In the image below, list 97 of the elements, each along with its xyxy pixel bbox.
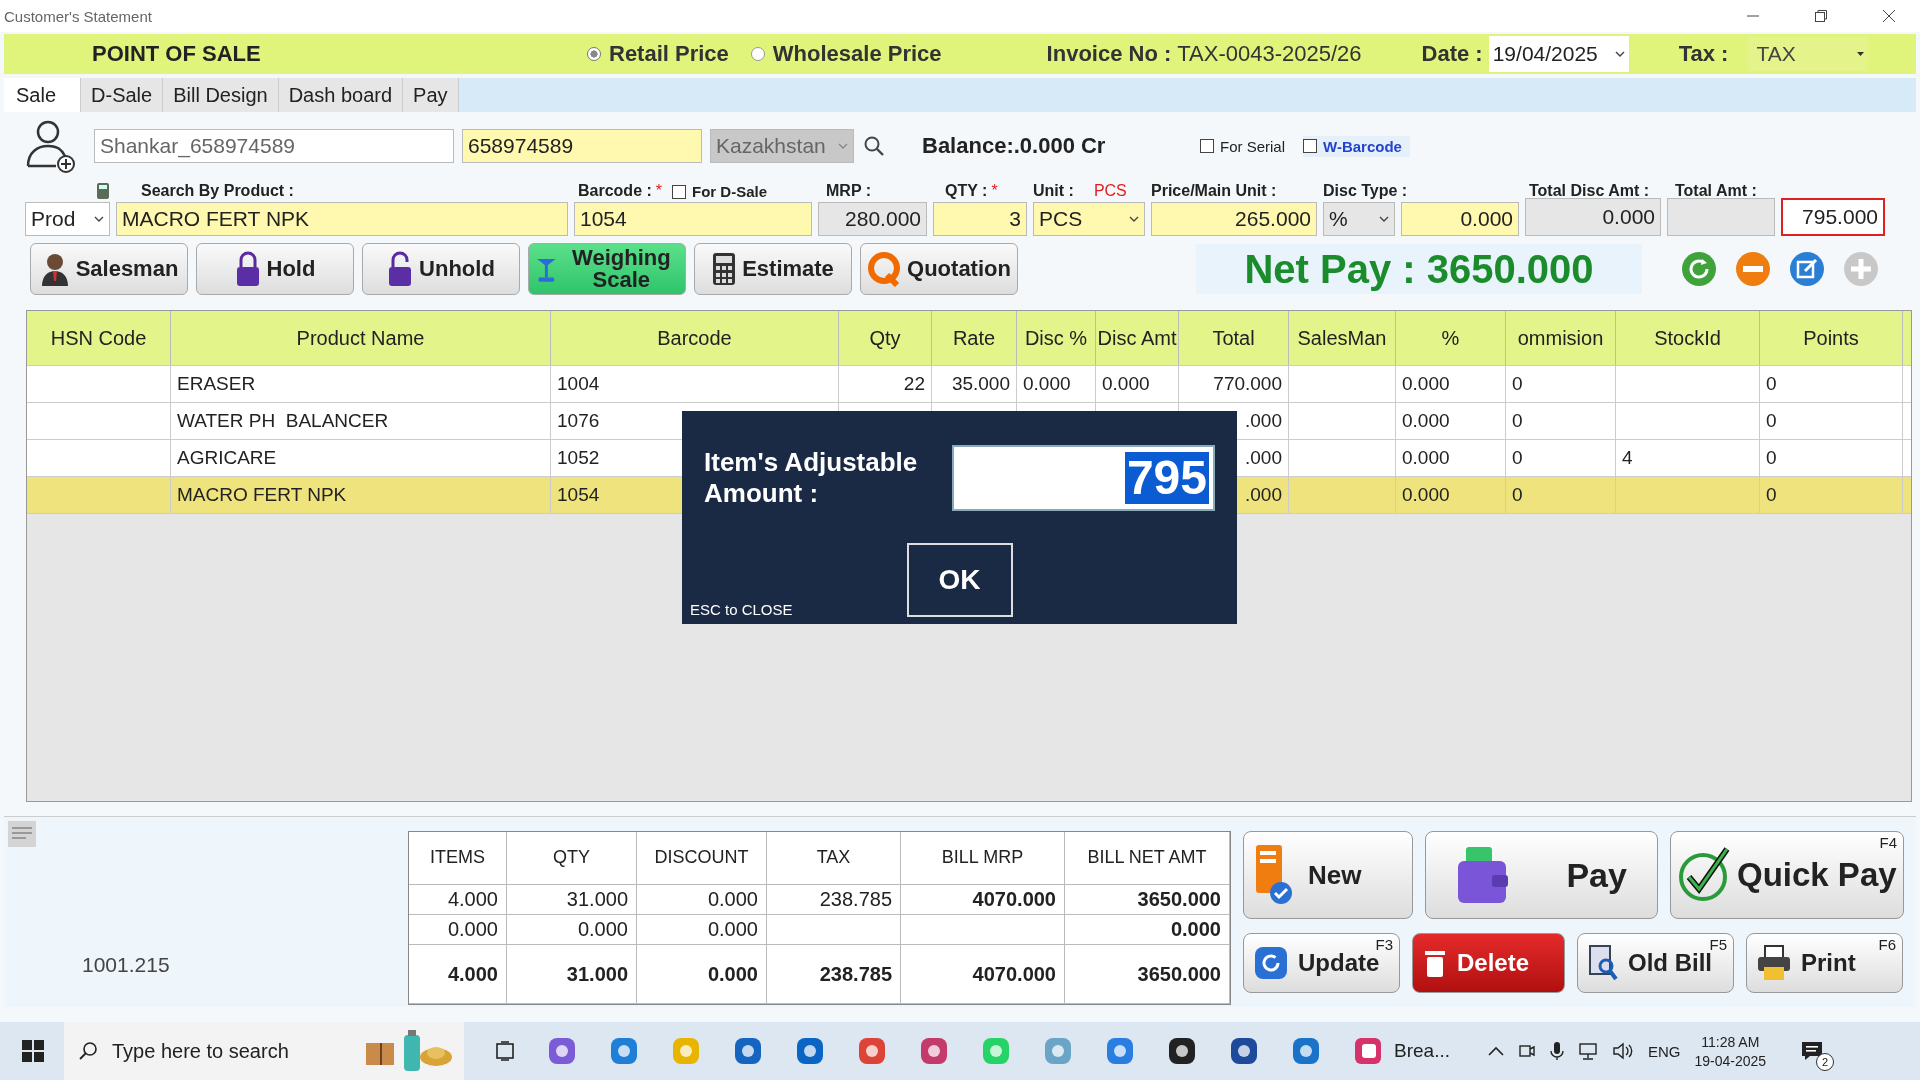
table-cell: 0 (1766, 373, 1777, 395)
column-header: QTY (553, 847, 590, 869)
summary-cell: 0.000 (637, 915, 767, 946)
table-cell: 35.000 (951, 373, 1010, 395)
invoice-label: Invoice No : (1046, 41, 1172, 67)
column-header: Qty (839, 311, 932, 365)
required-mark: * (655, 182, 663, 200)
shortcut-key: F3 (1375, 936, 1393, 953)
table-cell: 0 (1766, 410, 1777, 432)
table-cell: .000 (1245, 410, 1282, 432)
field-label: Price/Main Unit : (1151, 182, 1277, 200)
table-cell: 0 (1512, 484, 1523, 506)
table-cell: 0 (1766, 447, 1777, 469)
dialog-label: Item's Adjustable Amount : (704, 446, 919, 510)
unit-hint: PCS (1093, 182, 1127, 200)
table-cell: WATER PH BALANCER (177, 410, 389, 432)
summary-cell: 238.785 (767, 945, 901, 1004)
radio-label: Retail Price (609, 41, 729, 67)
column-header: % (1396, 311, 1506, 365)
field-label: Barcode : (578, 182, 652, 200)
table-cell: 0.000 (1402, 447, 1450, 469)
table-cell: .000 (1245, 484, 1282, 506)
column-header: BILL NET AMT (1087, 847, 1207, 869)
clock-time: 11:28 AM (1701, 1033, 1760, 1050)
field-label: Search By Product : (141, 182, 294, 200)
summary-cell: 31.000 (507, 884, 637, 916)
table-cell: AGRICARE (177, 447, 277, 469)
column-header: Barcode (551, 311, 839, 365)
date-label: Date : (1421, 41, 1483, 67)
field-label: QTY : (945, 182, 988, 200)
column-header: Product Name (171, 311, 551, 365)
window-title: Customer's Statement (4, 7, 152, 25)
invoice-number: TAX-0043-2025/26 (1177, 41, 1362, 67)
radio-label: Wholesale Price (772, 41, 942, 67)
dialog-hint: ESC to CLOSE (690, 601, 793, 618)
table-cell: 0.000 (1102, 373, 1150, 395)
summary-cell: 0.000 (1065, 915, 1230, 946)
column-header: ITEMS (430, 847, 485, 869)
table-cell: 0.000 (1402, 484, 1450, 506)
summary-cell: 0.000 (507, 915, 637, 946)
column-header: TAX (816, 847, 851, 869)
table-cell: 4 (1622, 447, 1633, 469)
column-header: Disc % (1017, 311, 1096, 365)
table-cell: MACRO FERT NPK (177, 484, 347, 506)
summary-cell: 4.000 (409, 884, 507, 916)
table-cell: 0.000 (1023, 373, 1071, 395)
summary-cell: 4.000 (409, 945, 507, 1004)
code-value: 1001.215 (82, 953, 171, 977)
column-header: ommision (1506, 311, 1616, 365)
table-cell: 1004 (557, 373, 600, 395)
table-cell: 1052 (557, 447, 600, 469)
table-cell: ERASER (177, 373, 256, 395)
total-disc-field: 0.000 (1525, 198, 1661, 236)
column-header: Disc Amt (1096, 311, 1179, 365)
summary-cell: 0.000 (637, 884, 767, 916)
column-header: Rate (932, 311, 1017, 365)
table-cell: .000 (1245, 447, 1282, 469)
table-cell: 1054 (557, 484, 600, 506)
column-header: StockId (1616, 311, 1760, 365)
table-cell: 0 (1512, 410, 1523, 432)
summary-cell: 4070.000 (901, 945, 1065, 1004)
shortcut-key: F4 (1879, 834, 1897, 851)
summary-cell: 3650.000 (1065, 945, 1230, 1004)
shortcut-key: F6 (1878, 936, 1896, 953)
table-cell: 22 (903, 373, 925, 395)
summary-cell: 0.000 (637, 945, 767, 1004)
shortcut-key: F5 (1709, 936, 1727, 953)
column-header: BILL MRP (941, 847, 1024, 869)
tax-label: Tax : (1678, 41, 1729, 67)
app-title: POINT OF SALE (92, 41, 262, 67)
column-header: SalesMan (1289, 311, 1396, 365)
column-header: Total (1179, 311, 1289, 365)
field-label: MRP : (826, 182, 872, 200)
field-label: Total Amt : (1675, 182, 1757, 200)
table-cell: 0.000 (1402, 373, 1450, 395)
table-cell: 0 (1766, 484, 1777, 506)
summary-cell: 238.785 (767, 884, 901, 916)
balance-text: Balance:.0.000 Cr (922, 133, 1107, 159)
summary-cell: 4070.000 (901, 884, 1065, 916)
column-header: DISCOUNT (654, 847, 749, 869)
table-cell: 1076 (557, 410, 600, 432)
table-cell: 0 (1512, 373, 1523, 395)
net-pay-total: Net Pay : 3650.000 (1196, 244, 1642, 294)
column-header: Points (1760, 311, 1903, 365)
column-header: HSN Code (27, 311, 171, 365)
required-mark: * (991, 182, 998, 200)
summary-cell: 31.000 (507, 945, 637, 1004)
table-cell: 770.000 (1213, 373, 1282, 395)
table-cell: 0.000 (1402, 410, 1450, 432)
field-label: Disc Type : (1323, 182, 1408, 200)
summary-cell: 0.000 (409, 915, 507, 946)
field-label: Total Disc Amt : (1529, 182, 1649, 200)
field-label: Unit : (1033, 182, 1074, 200)
total-amount-field: 795.000 (1781, 198, 1885, 236)
summary-cell: 3650.000 (1065, 884, 1230, 916)
table-cell: 0 (1512, 447, 1523, 469)
clock-date: 19-04-2025 (1694, 1052, 1767, 1069)
